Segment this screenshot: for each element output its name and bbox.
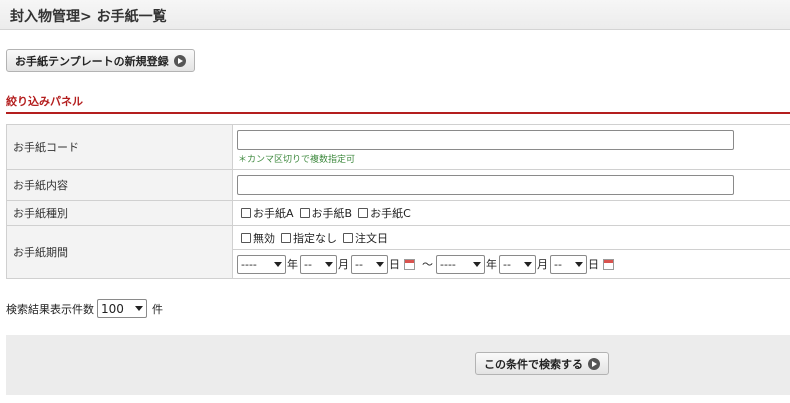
code-cell: ＊カンマ区切りで複数指定可 [232,124,790,170]
period-range: ---- 年 -- 月 -- 日 ～ ---- 年 -- 月 -- 日 [233,250,790,278]
from-day-select[interactable]: -- [351,254,388,274]
page-title: 封入物管理> お手紙一覧 [10,9,167,25]
to-day-value: -- [554,257,562,271]
checkbox[interactable] [281,232,291,243]
code-label: お手紙コード [6,124,233,170]
year-unit: 年 [287,258,298,271]
year-unit: 年 [486,258,497,271]
chevron-down-icon [135,306,143,311]
filter-panel-divider [6,112,790,114]
to-month-select[interactable]: -- [499,254,536,274]
new-template-button[interactable]: お手紙テンプレートの新規登録 [6,49,195,72]
page-header: 封入物管理> お手紙一覧 [0,0,790,30]
content-label: お手紙内容 [6,169,233,201]
type-options: お手紙A お手紙B お手紙C [237,205,787,221]
type-cell: お手紙A お手紙B お手紙C [232,200,790,226]
chevron-down-icon [325,261,333,267]
checkbox[interactable] [241,208,251,218]
period-option-invalid-label: 無効 [253,231,275,245]
chevron-down-icon [524,261,532,267]
chevron-down-icon [274,261,282,267]
from-year-select[interactable]: ---- [237,254,286,274]
filter-row-content: お手紙内容 [6,169,790,201]
search-button-label: この条件で検索する [484,357,583,371]
chevron-down-icon [575,261,583,267]
type-option-c-label: お手紙C [370,207,411,220]
from-month-select[interactable]: -- [300,254,337,274]
code-hint: ＊カンマ区切りで複数指定可 [238,154,356,165]
code-input[interactable] [237,129,734,150]
period-option-order-date[interactable]: 注文日 [343,230,388,246]
search-footer: この条件で検索する [6,335,790,395]
type-option-b[interactable]: お手紙B [299,205,353,221]
type-option-a[interactable]: お手紙A [241,205,294,221]
month-unit: 月 [338,258,349,271]
period-options: 無効 指定なし 注文日 [233,226,790,250]
filter-row-type: お手紙種別 お手紙A お手紙B お手紙C [6,200,790,226]
chevron-down-icon [473,261,481,267]
result-count-value: 100 [101,301,124,316]
to-year-value: ---- [440,257,456,271]
checkbox[interactable] [299,208,310,218]
filter-row-code: お手紙コード ＊カンマ区切りで複数指定可 [6,124,790,170]
from-day-value: -- [355,257,363,271]
checkbox[interactable] [343,232,353,243]
content-cell [232,169,790,201]
result-count-select[interactable]: 100 [97,299,147,318]
calendar-icon[interactable] [603,258,614,270]
calendar-icon[interactable] [404,258,415,270]
type-option-c[interactable]: お手紙C [358,205,411,221]
result-count-row: 検索結果表示件数 100 件 [6,299,163,318]
period-option-none-label: 指定なし [293,231,337,245]
filter-panel-title: 絞り込みパネル [6,95,83,108]
type-label: お手紙種別 [6,200,233,226]
result-count-unit: 件 [152,302,163,316]
period-option-invalid[interactable]: 無効 [241,230,275,246]
filter-row-period: お手紙期間 無効 指定なし 注文日 ---- 年 -- 月 -- 日 ～ ---… [6,225,790,279]
chevron-down-icon [376,261,384,267]
period-option-row: 無効 指定なし 注文日 [241,230,394,246]
from-year-value: ---- [241,257,257,271]
type-option-a-label: お手紙A [253,207,294,220]
filter-table: お手紙コード ＊カンマ区切りで複数指定可 お手紙内容 お手紙種別 お手紙A お手… [6,124,790,279]
checkbox[interactable] [241,232,251,243]
new-template-button-label: お手紙テンプレートの新規登録 [15,54,169,68]
month-unit: 月 [537,258,548,271]
to-month-value: -- [503,257,511,271]
range-separator: ～ [422,258,433,271]
arrow-right-icon [173,54,186,67]
period-option-none[interactable]: 指定なし [281,230,337,246]
from-month-value: -- [304,257,312,271]
content-input[interactable] [237,175,734,195]
to-year-select[interactable]: ---- [436,254,485,274]
result-count-label: 検索結果表示件数 [6,302,94,316]
day-unit: 日 [588,258,599,271]
day-unit: 日 [389,258,400,271]
to-day-select[interactable]: -- [550,254,587,274]
type-option-b-label: お手紙B [311,207,353,220]
search-button[interactable]: この条件で検索する [475,352,609,375]
period-label: お手紙期間 [6,225,233,279]
period-cell: 無効 指定なし 注文日 ---- 年 -- 月 -- 日 ～ ---- 年 --… [232,225,790,279]
checkbox[interactable] [358,208,369,218]
period-option-order-date-label: 注文日 [355,231,388,245]
arrow-right-icon [588,357,600,370]
